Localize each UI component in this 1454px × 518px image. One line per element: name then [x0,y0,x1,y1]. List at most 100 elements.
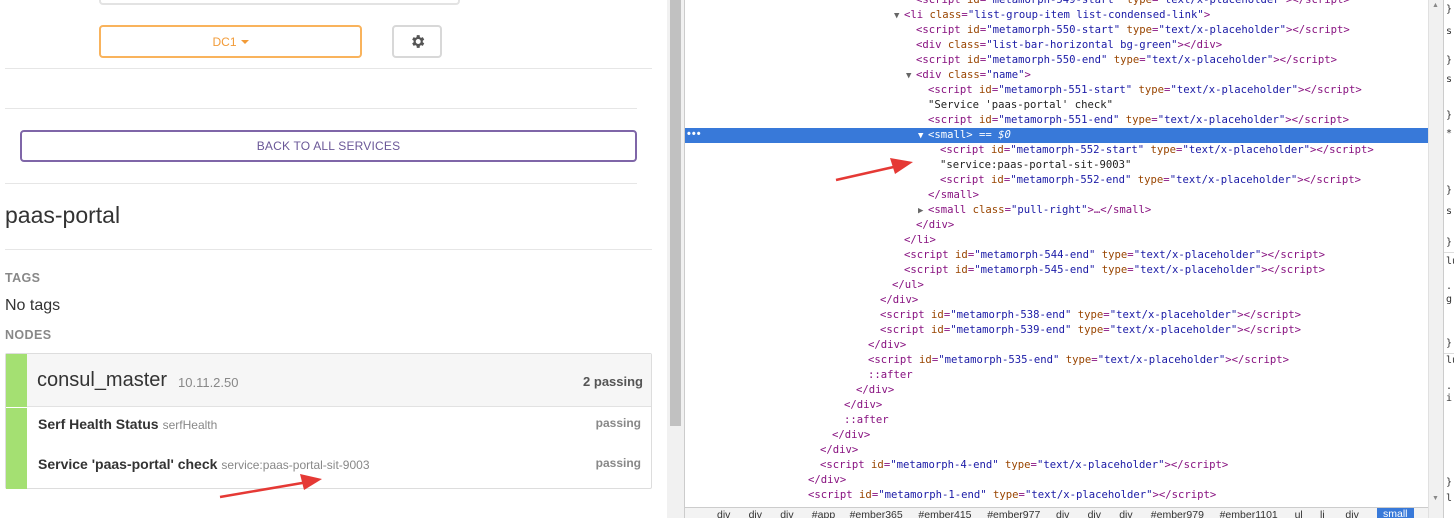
dom-node-row[interactable]: <script id="metamorph-549-start" type="t… [685,0,1428,8]
dom-node-row[interactable]: <div class="list-bar-horizontal bg-green… [685,38,1428,53]
search-input[interactable] [99,0,460,5]
dom-node-row[interactable]: </ul> [685,278,1428,293]
breadcrumb-item[interactable]: #ember977 [987,509,1040,518]
datacenter-label: DC1 [212,34,237,49]
dom-node-markup: </div> [856,384,895,396]
check-title: Serf Health Status [38,416,159,432]
dom-node-row[interactable]: </div> [685,293,1428,308]
dom-node-row[interactable]: </div> [685,218,1428,233]
node-header[interactable]: consul_master 10.11.2.50 2 passing [6,354,651,407]
back-to-all-services-button[interactable]: BACK TO ALL SERVICES [20,130,637,162]
dom-node-row[interactable]: ▶ <small class="pull-right">…</small> [685,203,1428,218]
expand-toggle-icon[interactable]: ▼ [906,69,916,84]
breadcrumb-item[interactable]: div [780,509,793,518]
dom-node-row[interactable]: <script id="metamorph-1-end" type="text/… [685,488,1428,503]
dom-node-row[interactable]: <script id="metamorph-535-end" type="tex… [685,353,1428,368]
dom-node-row[interactable]: ▼ <div class="name"> [685,68,1428,83]
dom-node-row[interactable]: <script id="metamorph-552-start" type="t… [685,143,1428,158]
breadcrumb-item[interactable]: div [1088,509,1101,518]
dom-node-row[interactable]: <script id="metamorph-538-end" type="tex… [685,308,1428,323]
dom-node-row[interactable]: ::after [685,413,1428,428]
dom-node-row[interactable]: <script id="metamorph-545-end" type="tex… [685,263,1428,278]
node-panel: consul_master 10.11.2.50 2 passing Serf … [5,353,652,489]
breadcrumb-item[interactable]: #ember979 [1151,509,1204,518]
status-bar [6,408,27,489]
tags-heading: TAGS [5,271,41,285]
dom-node-markup: <script id="metamorph-4-end" type="text/… [820,459,1229,471]
dom-node-row[interactable]: ::after [685,368,1428,383]
divider [5,68,652,69]
scrollbar-thumb[interactable] [670,0,681,426]
dom-node-markup: <small class="pull-right">…</small> [928,204,1152,216]
dom-node-row[interactable]: <script id="metamorph-552-end" type="tex… [685,173,1428,188]
dom-node-markup: ::after [868,369,913,381]
breadcrumb-item[interactable]: div [1119,509,1132,518]
expand-toggle-icon[interactable]: ▼ [894,9,904,24]
dom-node-row[interactable]: </div> [685,383,1428,398]
dom-node-row[interactable]: "service:paas-portal-sit-9003" [685,158,1428,173]
dom-node-row[interactable]: </div> [685,443,1428,458]
dom-node-row[interactable]: </div> [685,473,1428,488]
elements-tree[interactable]: <script id="metamorph-549-start" type="t… [685,0,1428,507]
page-scrollbar[interactable] [667,0,684,518]
more-actions-icon[interactable]: ••• [687,128,702,140]
breadcrumb-item[interactable]: #app [812,509,835,518]
dom-node-markup: </div> [832,429,871,441]
back-button-label: BACK TO ALL SERVICES [256,139,401,153]
breadcrumb-item[interactable]: #ember415 [918,509,971,518]
dom-node-row[interactable]: <script id="metamorph-551-start" type="t… [685,83,1428,98]
dom-node-row[interactable]: <script id="metamorph-4-end" type="text/… [685,458,1428,473]
elements-scrollbar[interactable]: ▲ ▼ [1428,0,1443,518]
styles-fragment: s [1446,74,1453,85]
caret-down-icon [240,39,249,44]
dom-node-row[interactable]: <script id="metamorph-539-end" type="tex… [685,323,1428,338]
dom-node-row[interactable]: </div> [685,398,1428,413]
dom-node-row[interactable]: <script id="metamorph-550-end" type="tex… [685,53,1428,68]
dom-node-row[interactable]: </small> [685,188,1428,203]
scroll-down-icon[interactable]: ▼ [1432,495,1439,502]
node-address: 10.11.2.50 [178,375,239,390]
dom-node-row[interactable]: <script id="metamorph-550-start" type="t… [685,23,1428,38]
dom-node-row[interactable]: </li> [685,233,1428,248]
dom-node-row[interactable]: <script id="metamorph-544-end" type="tex… [685,248,1428,263]
breadcrumb-item[interactable]: li [1320,509,1325,518]
breadcrumb-item[interactable]: div [749,509,762,518]
dom-node-markup: "Service 'paas-portal' check" [928,99,1113,111]
dom-node-row[interactable]: </div> [685,428,1428,443]
check-name: Serf Health Status serfHealth [38,416,217,432]
breadcrumb-item[interactable]: div [1345,509,1358,518]
breadcrumb-item[interactable]: #ember1101 [1220,509,1278,518]
dom-node-row[interactable]: </div> [685,338,1428,353]
breadcrumb-item[interactable]: div [717,509,730,518]
expand-toggle-icon[interactable]: ▼ [918,129,928,144]
settings-button[interactable] [392,25,442,58]
breadcrumb-item[interactable]: #ember365 [850,509,903,518]
dom-node-row[interactable]: "Service 'paas-portal' check" [685,98,1428,113]
styles-fragment: } [1446,55,1453,66]
datacenter-dropdown[interactable]: DC1 [99,25,362,58]
dom-node-markup: </div> [820,444,859,456]
divider [5,183,637,184]
expand-toggle-icon[interactable]: ▶ [918,204,928,219]
breadcrumb-item[interactable]: small [1377,508,1414,518]
dom-node-row-selected[interactable]: ▼ <small> == $0 [685,128,1428,143]
dom-node-row[interactable]: <script id="metamorph-551-end" type="tex… [685,113,1428,128]
dom-node-markup: </div> [868,339,907,351]
node-name: consul_master [37,369,168,391]
breadcrumb-item[interactable]: ul [1295,509,1303,518]
styles-fragment: lu [1446,256,1454,267]
dom-node-row[interactable]: ▼ <li class="list-group-item list-condens… [685,8,1428,23]
breadcrumb-item[interactable]: div [1056,509,1069,518]
scroll-up-icon[interactable]: ▲ [1432,2,1439,9]
